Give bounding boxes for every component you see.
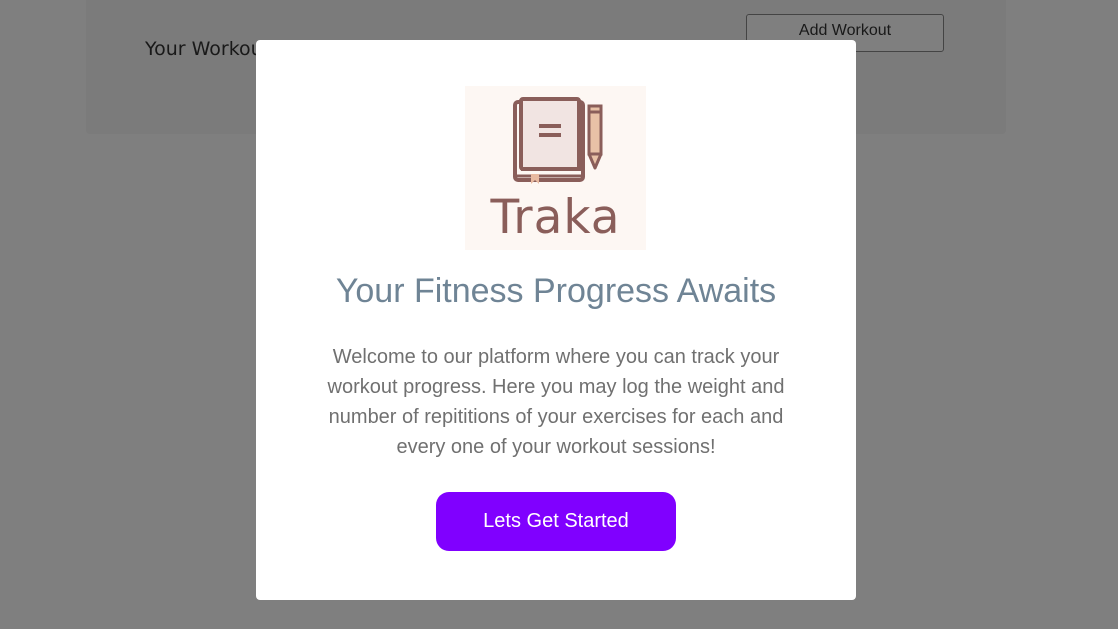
welcome-modal: Traka Your Fitness Progress Awaits Welco… [256, 40, 856, 600]
modal-heading: Your Fitness Progress Awaits [335, 272, 777, 310]
modal-description: Welcome to our platform where you can tr… [327, 346, 785, 458]
traka-logo: Traka [465, 86, 646, 250]
get-started-button[interactable]: Lets Get Started [436, 492, 676, 551]
page: Your Workouts Add Workout [0, 0, 1118, 629]
book-pencil-icon [513, 97, 603, 184]
logo-text: Traka [490, 190, 621, 245]
